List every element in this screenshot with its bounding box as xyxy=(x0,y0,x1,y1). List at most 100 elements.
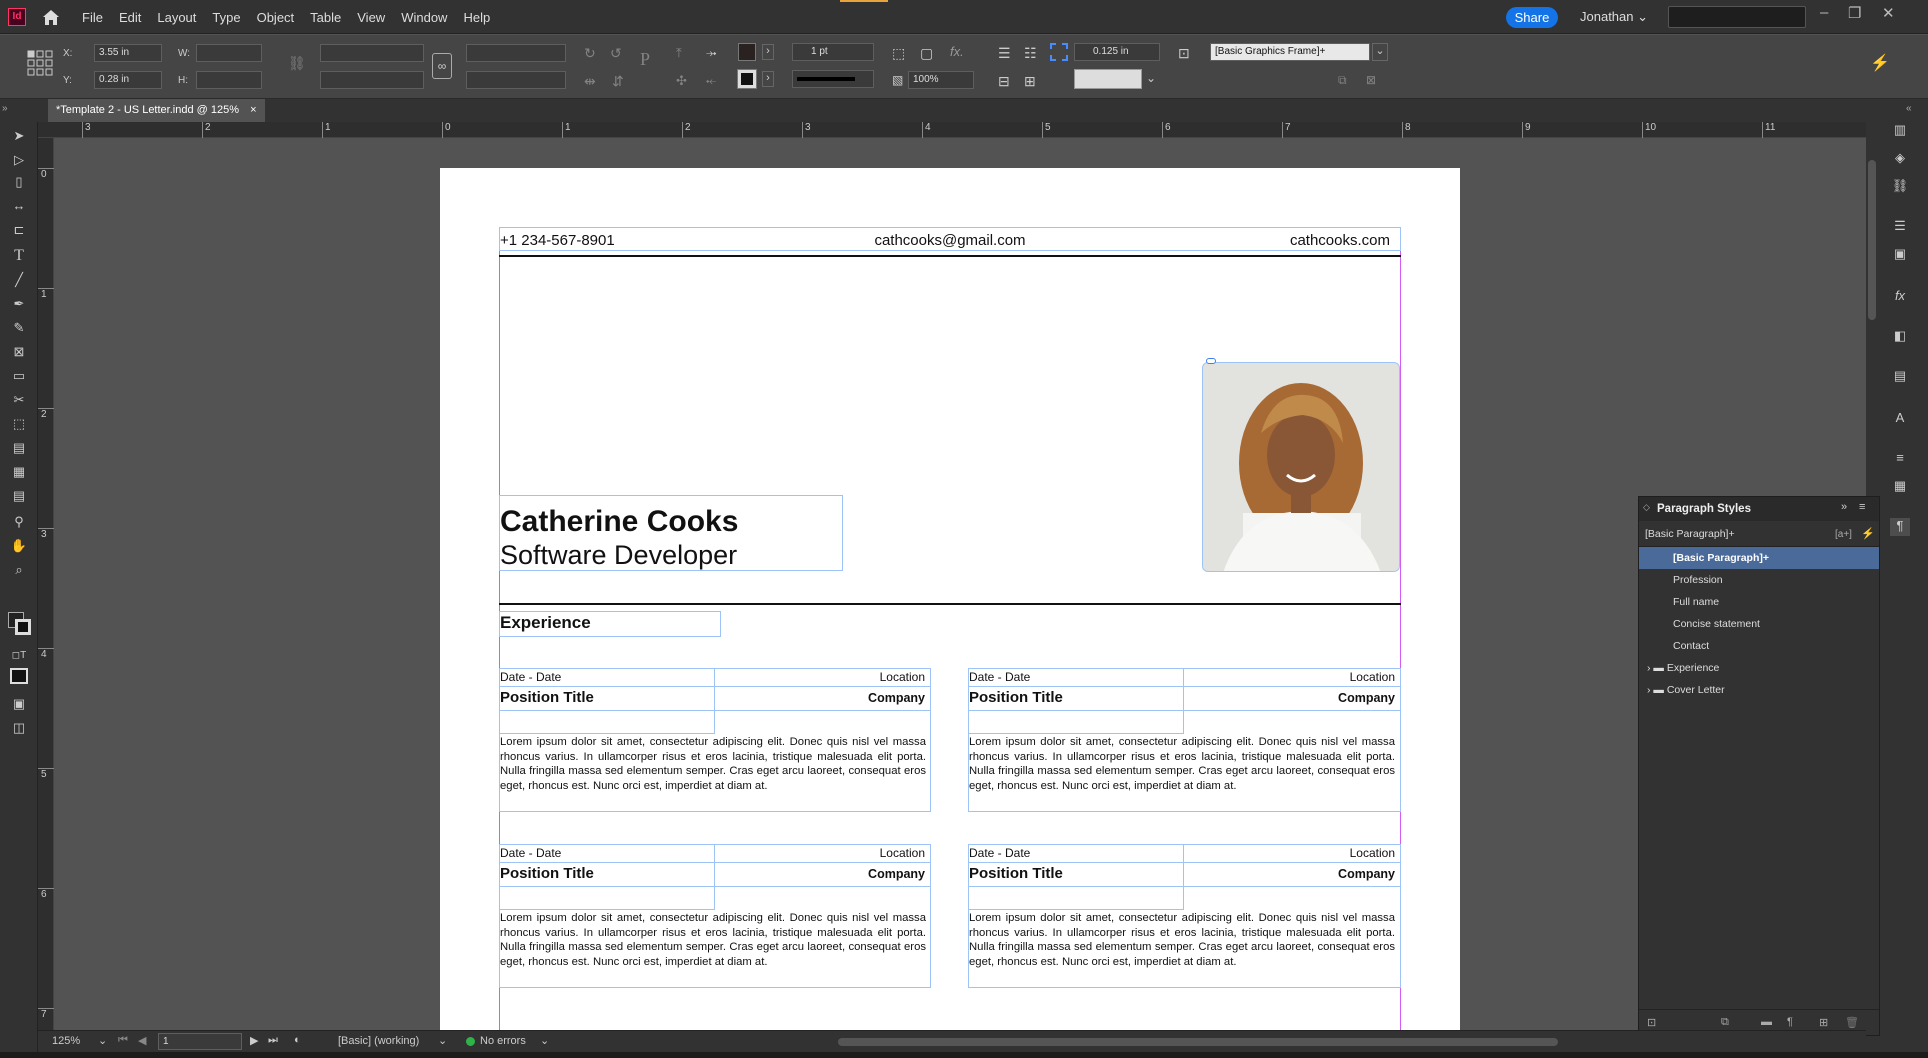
lightning-icon[interactable]: ⚡ xyxy=(1870,53,1890,73)
profession[interactable]: Software Developer xyxy=(500,540,737,571)
menu-view[interactable]: View xyxy=(357,10,385,25)
menu-type[interactable]: Type xyxy=(212,10,240,25)
align-top-icon[interactable]: ☰ xyxy=(998,45,1011,62)
pages-panel-icon[interactable]: ▥ xyxy=(1890,122,1910,140)
full-name[interactable]: Catherine Cooks xyxy=(500,505,738,539)
swatch-chevron-icon[interactable]: ⌄ xyxy=(1146,71,1156,85)
stroke-chevron-icon[interactable]: › xyxy=(762,71,774,87)
previous-page-icon[interactable]: ◀ xyxy=(138,1034,146,1047)
y-field[interactable]: 0.28 in xyxy=(94,71,162,89)
h-field[interactable] xyxy=(196,71,262,89)
frame-edge-icon[interactable] xyxy=(1050,43,1068,61)
selection-tool-icon[interactable]: ➤ xyxy=(9,126,29,146)
object-style-chevron-icon[interactable]: ⌄ xyxy=(1372,43,1388,61)
cc-libraries-icon[interactable]: ◧ xyxy=(1890,328,1910,346)
job-date[interactable]: Date - Date xyxy=(969,670,1030,684)
text-wrap-icon[interactable]: P xyxy=(640,49,650,70)
menu-object[interactable]: Object xyxy=(257,10,295,25)
reference-point-icon[interactable] xyxy=(26,49,54,77)
style-item-profession[interactable]: Profession xyxy=(1639,569,1879,591)
effects-panel-icon[interactable]: fx xyxy=(1890,288,1910,306)
style-group-experience[interactable]: › ▬ Experience xyxy=(1639,657,1879,679)
stroke-swatch[interactable] xyxy=(737,69,757,89)
zoom-level[interactable]: 125% xyxy=(52,1035,80,1047)
clear-overrides-icon[interactable]: ⊡ xyxy=(1647,1016,1656,1029)
job-company[interactable]: Company xyxy=(770,691,925,705)
note-tool-icon[interactable]: ▤ xyxy=(9,486,29,506)
apply-color-icon[interactable] xyxy=(10,668,28,684)
direct-selection-tool-icon[interactable]: ▷ xyxy=(9,150,29,170)
job-date[interactable]: Date - Date xyxy=(500,846,561,860)
delete-icon[interactable]: 🗑 xyxy=(1845,1016,1859,1029)
select-container-icon[interactable]: ⤒ xyxy=(676,45,682,61)
zoom-tool-icon[interactable]: ⌕ xyxy=(9,560,29,580)
distribute-icon[interactable]: ⊟ xyxy=(998,73,1010,90)
open-page-icon[interactable]: ◐ xyxy=(294,1034,301,1046)
properties-panel-icon[interactable]: ≡ xyxy=(1890,450,1910,468)
first-page-icon[interactable]: ⏮ xyxy=(118,1034,128,1047)
style-group-cover-letter[interactable]: › ▬ Cover Letter xyxy=(1639,679,1879,701)
job-description[interactable]: Lorem ipsum dolor sit amet, consectetur … xyxy=(969,735,1395,793)
contact-phone[interactable]: +1 234-567-8901 xyxy=(500,232,615,249)
scale-y-field[interactable] xyxy=(320,71,424,89)
rotation-field[interactable] xyxy=(466,44,566,62)
restore-icon[interactable]: ❐ xyxy=(1848,4,1861,22)
home-icon[interactable] xyxy=(40,7,62,27)
menu-file[interactable]: File xyxy=(82,10,103,25)
type-tool-icon[interactable]: T xyxy=(9,246,29,266)
formatting-affects-icon[interactable]: ◻T xyxy=(9,646,29,666)
select-previous-icon[interactable]: ⤝ xyxy=(706,73,716,89)
stroke-weight-field[interactable]: 1 pt xyxy=(792,43,874,61)
w-field[interactable] xyxy=(196,44,262,62)
contact-email[interactable]: cathcooks@gmail.com xyxy=(860,232,1040,249)
screen-mode-icon[interactable]: ▣ xyxy=(9,694,29,714)
content-collector-icon[interactable]: ⊏ xyxy=(9,220,29,240)
select-content-icon[interactable]: ✣ xyxy=(676,73,687,89)
lightning-icon[interactable]: ⚡ xyxy=(1861,527,1875,540)
line-tool-icon[interactable]: ╱ xyxy=(9,270,29,290)
job-location[interactable]: Location xyxy=(770,670,925,684)
menu-layout[interactable]: Layout xyxy=(157,10,196,25)
text-wrap-panel-icon[interactable]: ▤ xyxy=(1890,368,1910,386)
job-description[interactable]: Lorem ipsum dolor sit amet, consectetur … xyxy=(500,735,926,793)
error-status[interactable]: No errors xyxy=(480,1035,526,1047)
gap-field[interactable]: 0.125 in xyxy=(1074,43,1160,61)
distribute-spacing-icon[interactable]: ⊞ xyxy=(1024,73,1036,90)
flip-vertical-icon[interactable]: ⇵ xyxy=(612,73,624,90)
hand-tool-icon[interactable]: ✋ xyxy=(9,536,29,556)
job-title[interactable]: Position Title xyxy=(500,689,594,706)
rotate-cw-icon[interactable]: ↻ xyxy=(584,45,596,62)
menu-edit[interactable]: Edit xyxy=(119,10,141,25)
select-next-icon[interactable]: ⤞ xyxy=(706,45,716,61)
corner-options-icon[interactable]: ▢ xyxy=(920,45,933,62)
gradient-swatch-tool-icon[interactable]: ▤ xyxy=(9,438,29,458)
document-page[interactable]: +1 234-567-8901 cathcooks@gmail.com cath… xyxy=(440,168,1460,1057)
fill-swatch[interactable] xyxy=(738,43,756,61)
character-styles-icon[interactable]: A xyxy=(1890,410,1910,428)
panel-menu-icon[interactable]: ≡ xyxy=(1859,501,1865,513)
page-tool-icon[interactable]: ▯ xyxy=(9,172,29,192)
style-item-contact[interactable]: Contact xyxy=(1639,635,1879,657)
panel-collapse-icon[interactable]: » xyxy=(1841,501,1847,513)
free-transform-tool-icon[interactable]: ⬚ xyxy=(9,414,29,434)
rectangle-frame-tool-icon[interactable]: ⊠ xyxy=(9,342,29,362)
x-field[interactable]: 3.55 in xyxy=(94,44,162,62)
opacity-field[interactable]: 100% xyxy=(908,71,974,89)
rectangle-tool-icon[interactable]: ▭ xyxy=(9,366,29,386)
last-page-icon[interactable]: ⏭ xyxy=(268,1034,278,1047)
vertical-scrollbar[interactable] xyxy=(1868,160,1876,320)
panel-options-icon[interactable]: ⊠ xyxy=(1366,73,1376,87)
swatches-panel-icon[interactable]: ▣ xyxy=(1890,246,1910,264)
job-title[interactable]: Position Title xyxy=(969,689,1063,706)
section-title[interactable]: Experience xyxy=(500,613,591,633)
load-styles-icon[interactable]: ⧉ xyxy=(1721,1016,1729,1029)
job-date[interactable]: Date - Date xyxy=(969,846,1030,860)
profile-chevron-icon[interactable]: ⌄ xyxy=(438,1034,447,1047)
menu-window[interactable]: Window xyxy=(401,10,447,25)
fitting-frame-icon[interactable]: ⬚ xyxy=(892,45,905,62)
new-style-icon[interactable]: [a+] xyxy=(1835,529,1852,540)
flip-horizontal-icon[interactable]: ⇹ xyxy=(584,73,596,90)
scale-x-field[interactable] xyxy=(320,44,424,62)
new-group-icon[interactable]: ▬ xyxy=(1761,1016,1772,1028)
style-item-basic-paragraph[interactable]: [Basic Paragraph]+ xyxy=(1639,547,1879,569)
